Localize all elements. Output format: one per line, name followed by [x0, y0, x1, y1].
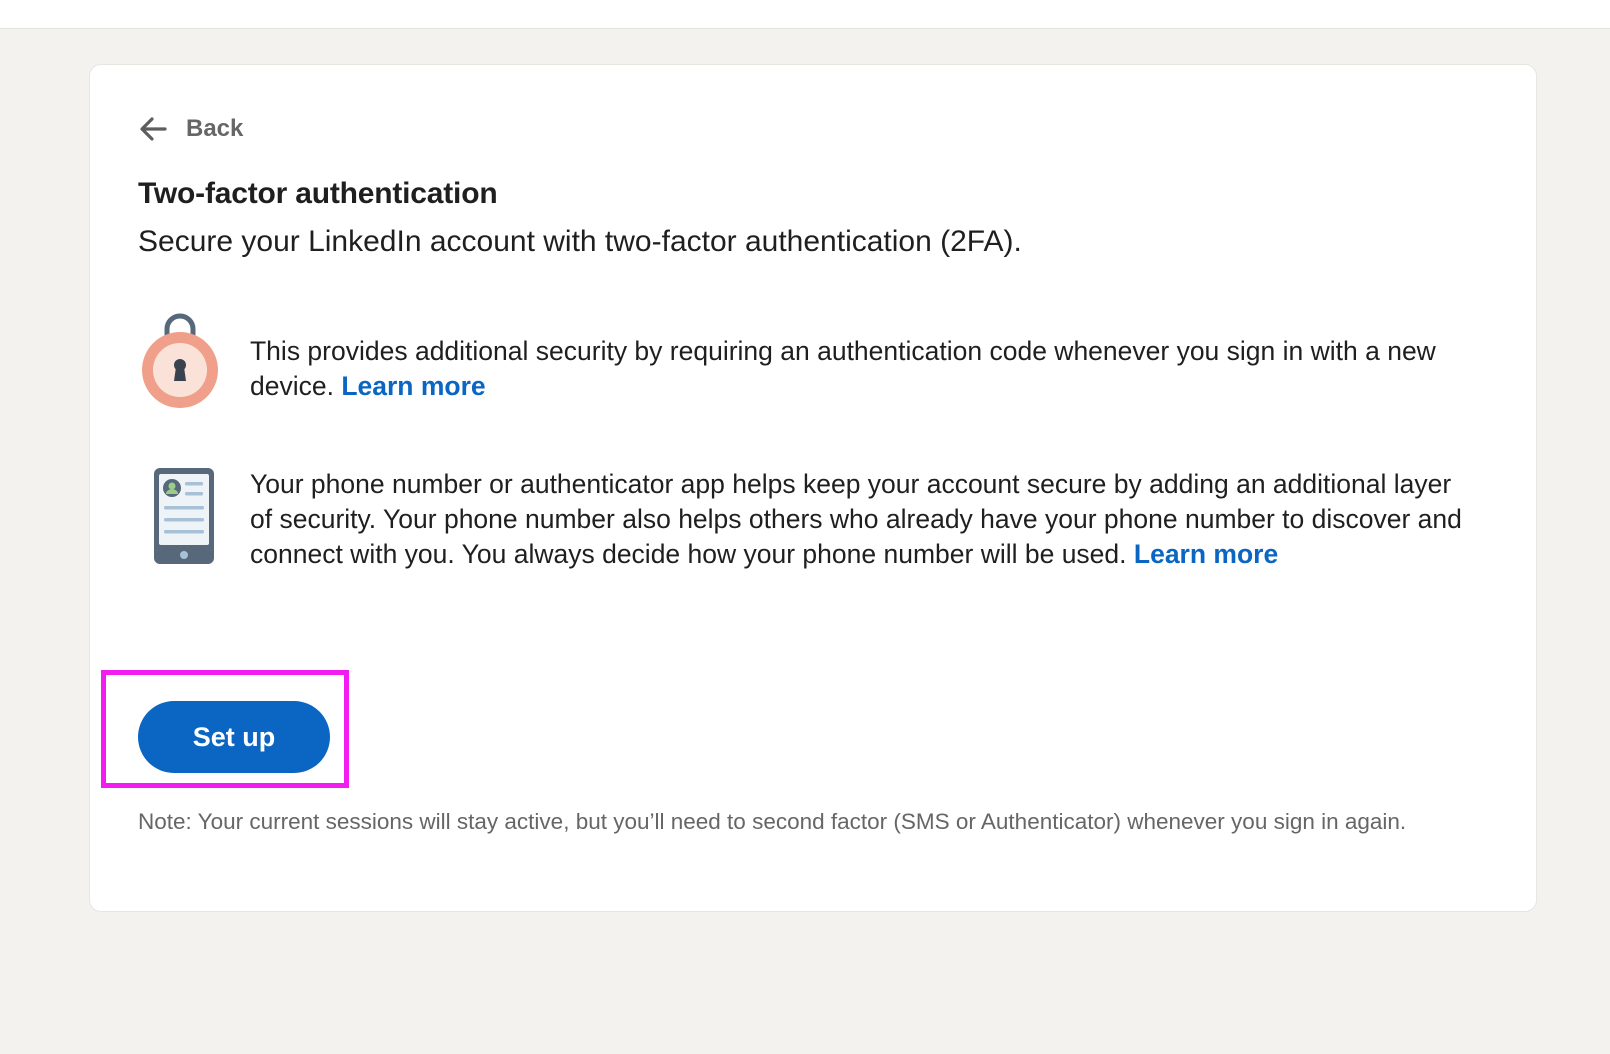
lock-icon	[138, 311, 250, 416]
feature-phone-description: Your phone number or authenticator app h…	[250, 469, 1462, 569]
two-factor-card: Back Two-factor authentication Secure yo…	[89, 64, 1537, 912]
arrow-left-icon	[140, 117, 167, 141]
back-button[interactable]: Back	[138, 111, 243, 147]
feature-phone-number: Your phone number or authenticator app h…	[138, 465, 1490, 572]
back-label: Back	[186, 115, 244, 142]
top-bar	[0, 0, 1610, 29]
learn-more-link-security[interactable]: Learn more	[341, 371, 485, 401]
feature-security-text: This provides additional security by req…	[250, 311, 1480, 404]
setup-button[interactable]: Set up	[138, 701, 330, 773]
page-subtitle: Secure your LinkedIn account with two-fa…	[138, 225, 1022, 258]
learn-more-link-phone[interactable]: Learn more	[1134, 539, 1278, 569]
feature-phone-text: Your phone number or authenticator app h…	[250, 465, 1480, 572]
feature-security-code: This provides additional security by req…	[138, 311, 1490, 416]
sessions-note: Note: Your current sessions will stay ac…	[138, 809, 1407, 834]
phone-icon	[138, 465, 250, 570]
page-title: Two-factor authentication	[138, 177, 498, 210]
